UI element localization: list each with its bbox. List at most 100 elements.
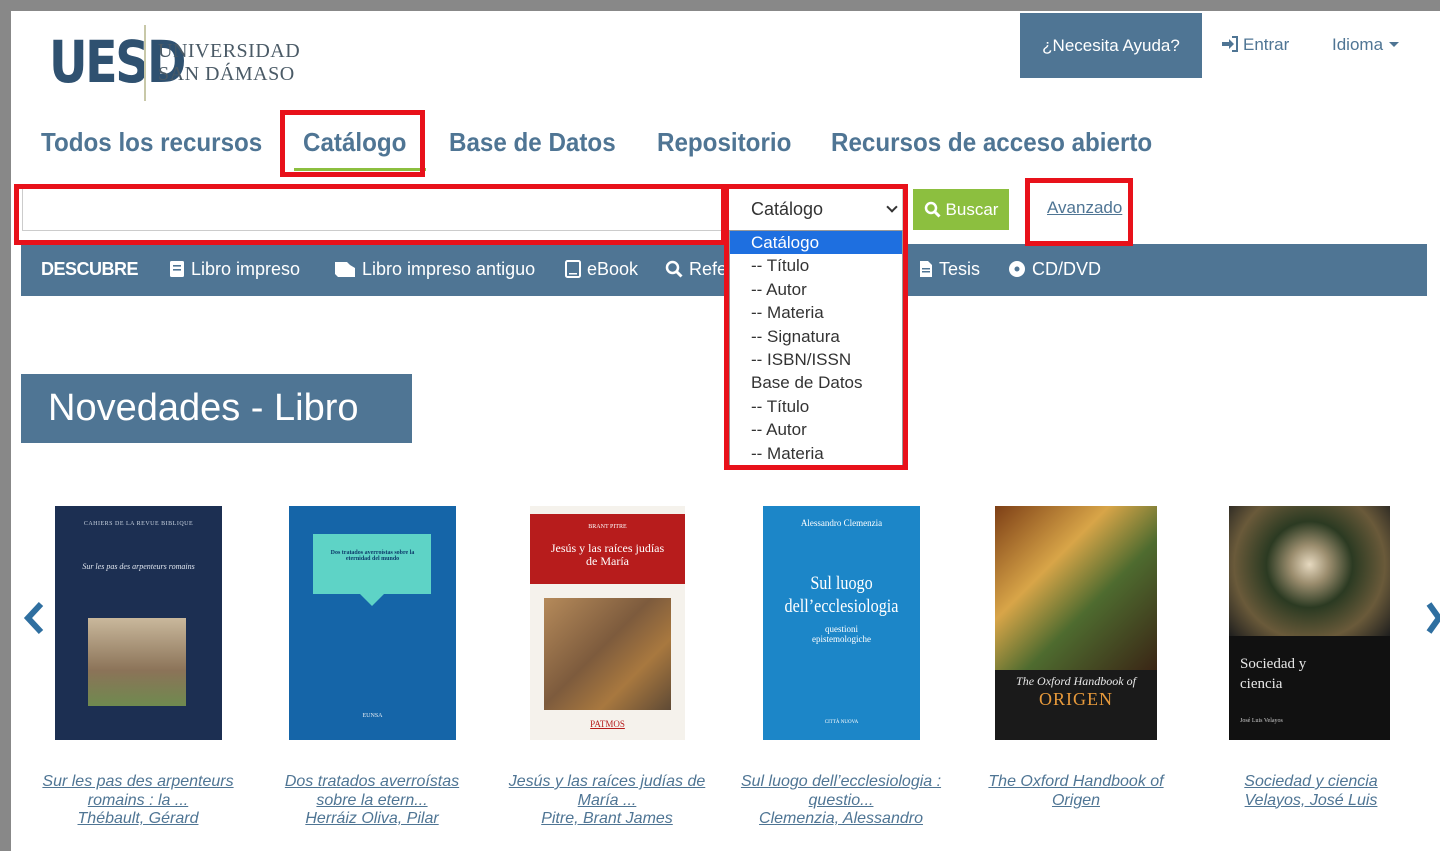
descubre-item-label: CD/DVD [1032,259,1102,279]
search-scope-options[interactable]: Catálogo -- Título -- Autor -- Materia -… [729,230,903,466]
book-title-link[interactable]: Dos tratados averroístas sobre la etern.… [267,773,477,810]
page: UESD UNIVERSIDAD SAN DÁMASO ¿Necesita Ay… [11,11,1440,851]
search-button-label: Buscar [945,199,999,219]
cover-text: ORIGEN [1039,689,1113,709]
search-input[interactable] [22,187,725,231]
descubre-item-label: Refe [689,259,728,279]
descubre-tesis[interactable]: Tesis [919,259,980,280]
advanced-search-link[interactable]: Avanzado [1047,198,1122,218]
cover-painting [995,506,1157,670]
descubre-item-label: Tesis [939,259,981,279]
login-label: Entrar [1243,35,1290,54]
tab-todos-los-recursos[interactable]: Todos los recursos [41,127,262,158]
option-base-de-datos[interactable]: Base de Datos [730,371,902,394]
cover-text: Jesús y las raíces judías de María [550,541,665,568]
book-cover-6[interactable]: Sociedad y ciencia José Luis Velayos [1229,506,1390,740]
cover-photo [1229,506,1390,636]
descubre-title: DESCUBRE [41,259,139,279]
descubre-item-label: eBook [587,259,639,279]
disc-icon [1009,261,1025,277]
book-icon [170,261,184,277]
book-author-link[interactable]: Clemenzia, Alessandro [736,810,946,829]
book-caption-6[interactable]: Sociedad y ciencia Velayos, José Luis [1206,773,1416,810]
select-value: Catálogo [751,198,824,219]
search-icon [924,201,941,218]
logo-divider [144,25,146,101]
book-author-link[interactable]: Herráiz Oliva, Pilar [267,810,477,829]
book-title-link[interactable]: The Oxford Handbook of Origen [971,773,1181,810]
cover-text: questioni epistemologiche [812,624,871,644]
book-caption-5[interactable]: The Oxford Handbook of Origen [971,773,1181,810]
cover-text: PATMOS [590,719,625,729]
book-title-link[interactable]: Sur les pas des arpenteurs romains : la … [33,773,243,810]
document-icon [920,261,932,277]
tablet-icon [565,260,581,278]
book-caption-4[interactable]: Sul luogo dell’ecclesiologia : questio..… [736,773,946,829]
tab-repositorio[interactable]: Repositorio [657,127,791,158]
sign-in-icon [1222,36,1238,52]
logo-line-1: UNIVERSIDAD [158,40,301,62]
option-catalogo-autor[interactable]: -- Autor [730,278,902,301]
caret-down-icon [1389,42,1400,47]
book-cover-4[interactable]: Alessandro Clemenzia Sul luogo dell’eccl… [763,506,920,740]
book-caption-3[interactable]: Jesús y las raíces judías de María ... P… [502,773,712,829]
cover-painting [544,598,671,710]
language-dropdown[interactable]: Idioma [1332,35,1400,55]
option-bd-materia[interactable]: -- Materia [730,442,902,465]
descubre-ebook[interactable]: eBook [565,259,638,280]
cover-band [313,534,431,594]
login-link[interactable]: Entrar [1221,35,1289,55]
book-title-link[interactable]: Jesús y las raíces judías de María ... [502,773,712,810]
tab-base-de-datos[interactable]: Base de Datos [449,127,616,158]
book-cover-3[interactable]: BRANT PITRE Jesús y las raíces judías de… [530,506,685,740]
book-title-link[interactable]: Sul luogo dell’ecclesiologia : questio..… [736,773,946,810]
book-cover-2[interactable]: Dos tratados averroístas sobre la eterni… [289,506,456,740]
option-catalogo-materia[interactable]: -- Materia [730,301,902,324]
cover-text: Alessandro Clemenzia [800,518,883,528]
tab-catalogo[interactable]: Catálogo [303,127,406,158]
help-button[interactable]: ¿Necesita Ayuda? [1020,13,1202,78]
option-catalogo-titulo[interactable]: -- Título [730,254,902,277]
novedades-heading: Novedades - Libro [21,374,412,443]
cover-text: José Luis Velayos [1240,718,1283,724]
descubre-cd-dvd[interactable]: CD/DVD [1008,259,1101,280]
book-author-link[interactable]: Pitre, Brant James [502,810,712,829]
cover-text: Sul luogo dell’ecclesiologia [784,573,899,617]
carousel-next-arrow-icon[interactable] [1426,601,1440,635]
logo-line-2: SAN DÁMASO [158,63,295,85]
book-cover-5[interactable]: The Oxford Handbook of ORIGEN [995,506,1157,740]
cover-text: CITTÀ NUOVA [824,720,859,725]
cover-text: Dos tratados averroístas sobre la eterni… [330,550,415,562]
option-bd-titulo[interactable]: -- Título [730,395,902,418]
book-caption-1[interactable]: Sur les pas des arpenteurs romains : la … [33,773,243,829]
book-caption-2[interactable]: Dos tratados averroístas sobre la etern.… [267,773,477,829]
search-scope-select[interactable]: Catálogo [727,187,903,231]
cover-text: The Oxford Handbook of [1016,674,1136,688]
book-author-link[interactable]: Velayos, José Luis [1206,792,1416,811]
cover-text: Sociedad y ciencia [1240,656,1307,692]
cover-text: Sur les pas des arpenteurs romains [82,562,195,571]
option-catalogo[interactable]: Catálogo [730,231,902,255]
tab-recursos-acceso-abierto[interactable]: Recursos de acceso abierto [831,127,1152,158]
descubre-libro-impreso[interactable]: Libro impreso [169,259,300,280]
cover-photo [88,618,186,706]
cover-text: EUNSA [362,713,383,719]
option-catalogo-isbn[interactable]: -- ISBN/ISSN [730,348,902,371]
descubre-item-label: Libro impreso antiguo [362,259,536,279]
university-name: UNIVERSIDAD SAN DÁMASO [158,40,300,86]
option-bd-autor[interactable]: -- Autor [730,418,902,441]
book-title-link[interactable]: Sociedad y ciencia [1206,773,1416,792]
option-catalogo-signatura[interactable]: -- Signatura [730,325,902,348]
descubre-referencia[interactable]: Refe [665,259,727,280]
book-cover-1[interactable]: CAHIERS DE LA REVUE BIBLIQUE Sur les pas… [55,506,222,740]
book-author-link[interactable]: Thébault, Gérard [33,810,243,829]
search-button[interactable]: Buscar [913,189,1009,230]
carousel-prev-arrow-icon[interactable] [23,601,45,635]
chevron-down-icon [886,201,898,213]
cover-band-point [360,594,384,606]
descubre-libro-antiguo[interactable]: Libro impreso antiguo [334,259,535,280]
descubre-item-label: Libro impreso [191,259,301,279]
cover-text: CAHIERS DE LA REVUE BIBLIQUE [83,521,194,527]
search-icon [665,260,683,278]
descubre-bar: DESCUBRE Libro impreso Libro impreso ant… [21,244,1427,296]
